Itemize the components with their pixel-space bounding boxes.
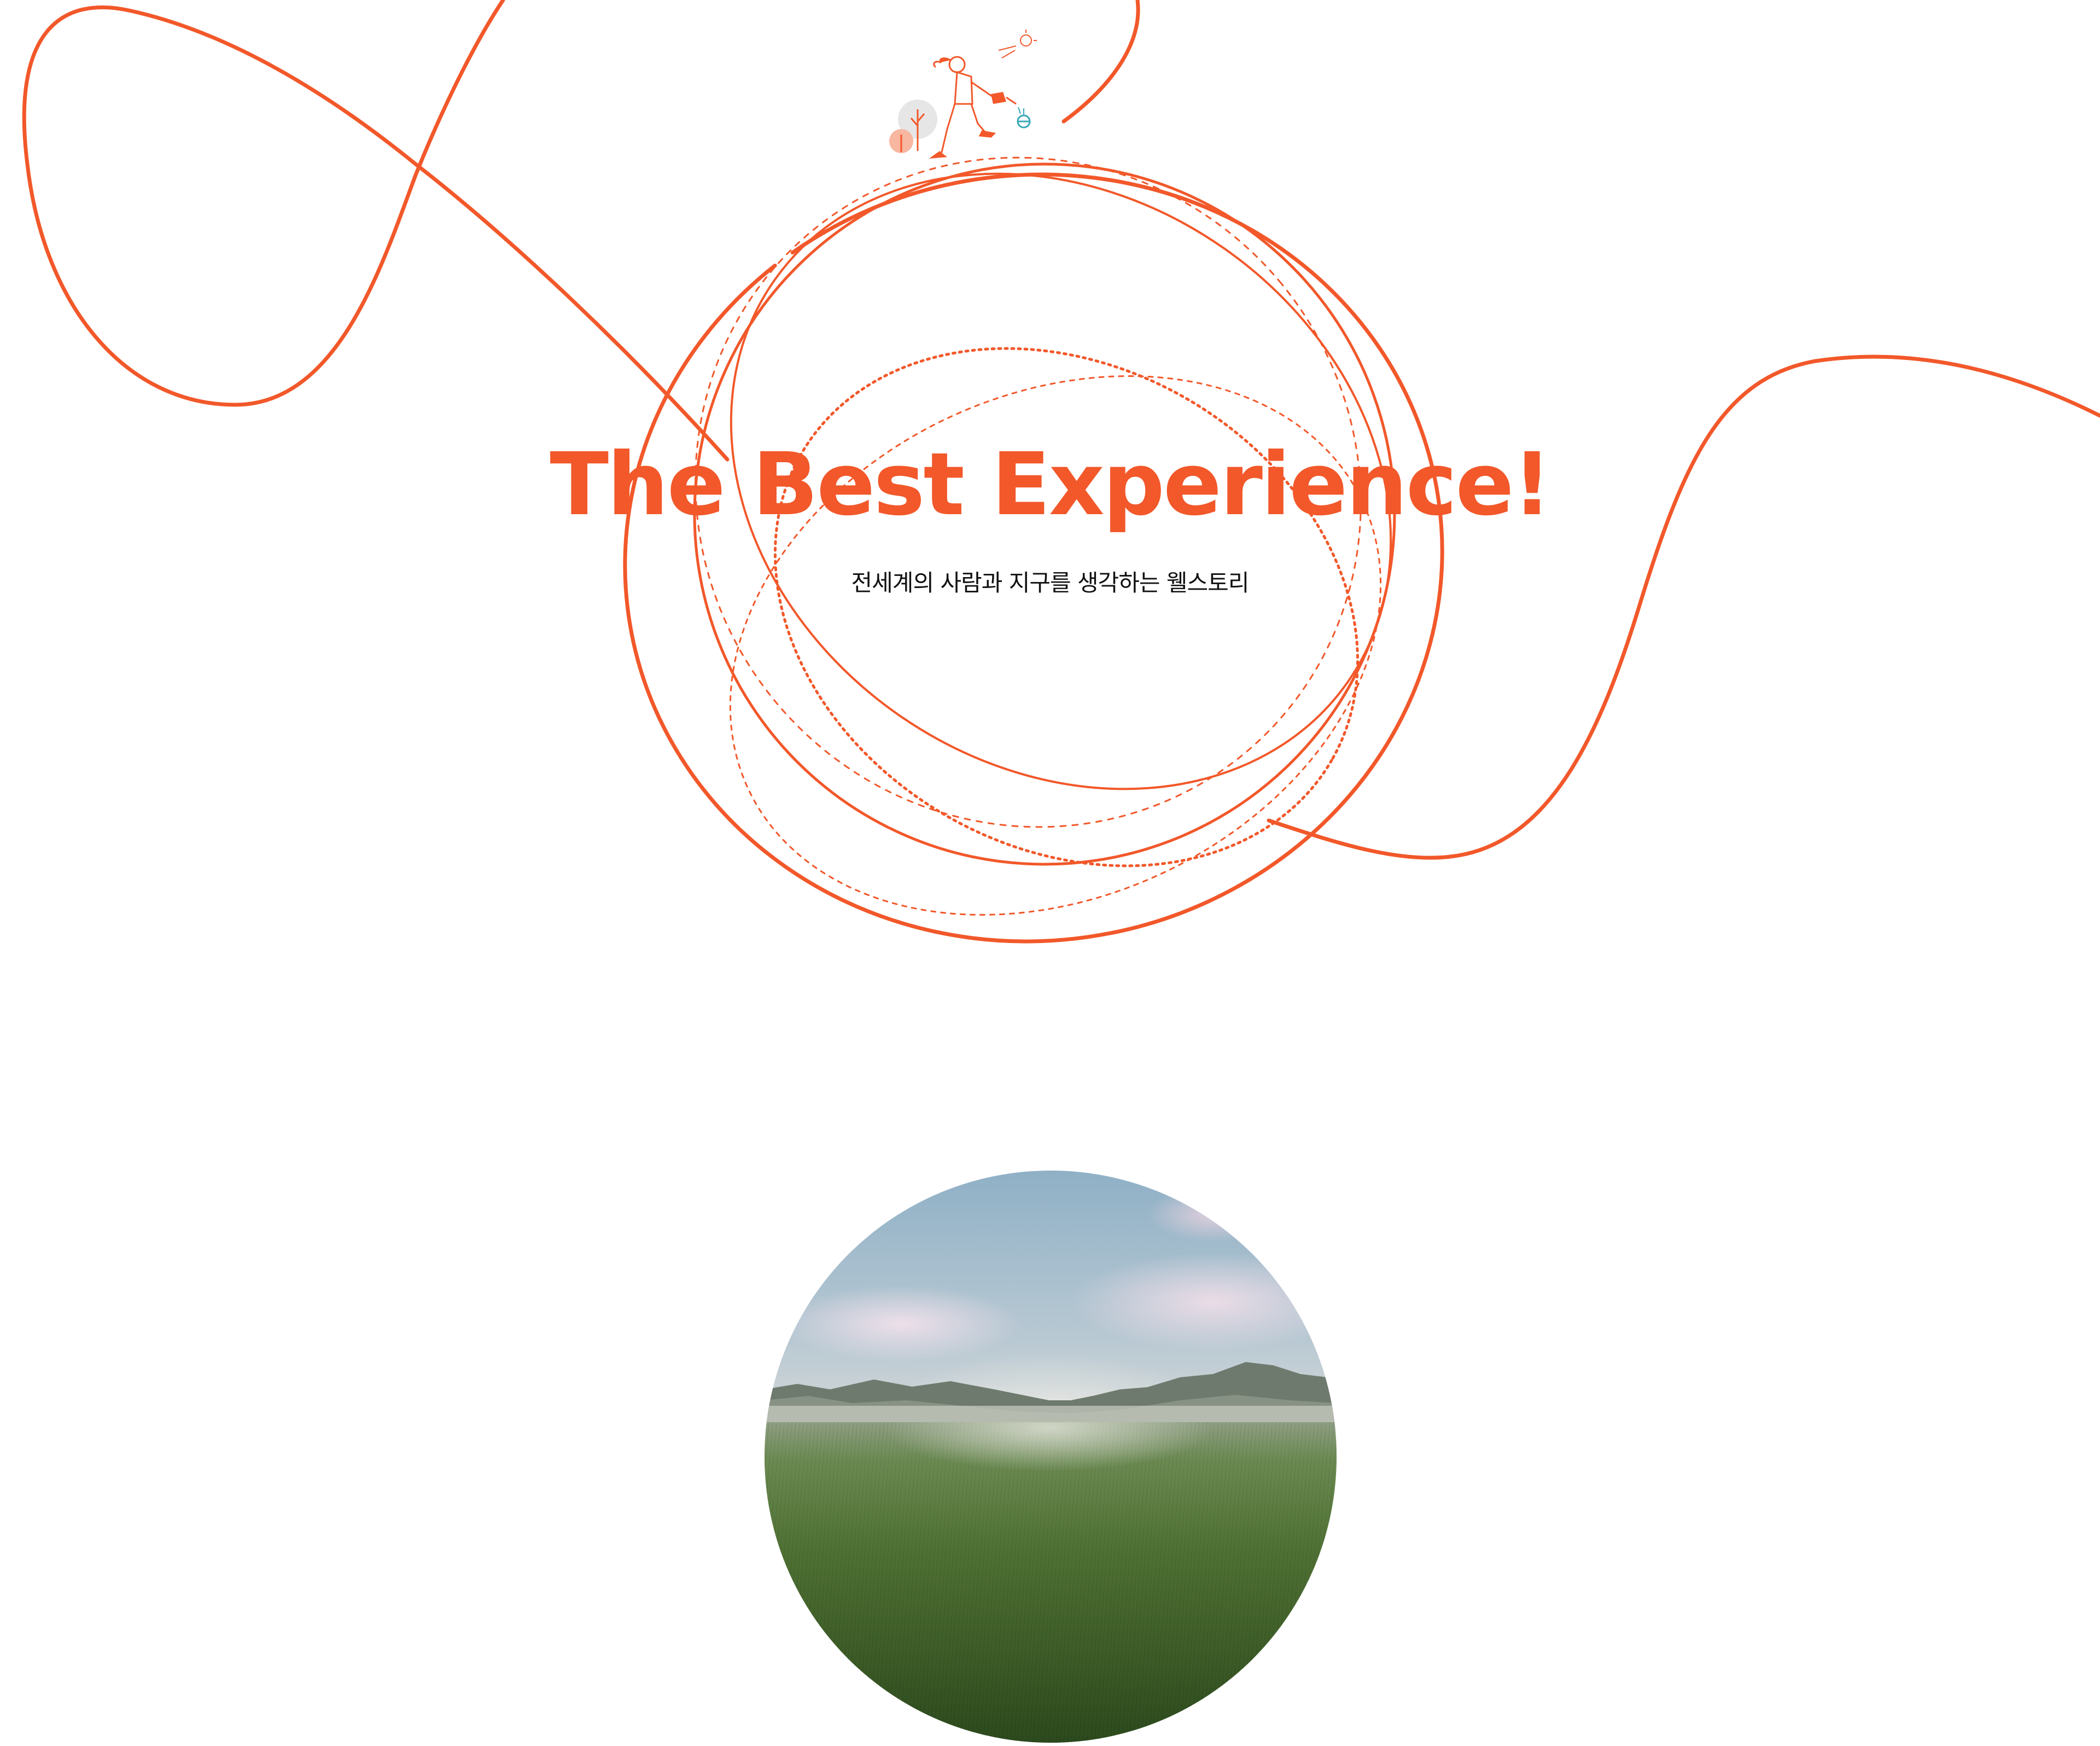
right-flow-line bbox=[1267, 354, 2100, 860]
landscape-circle-image bbox=[765, 1171, 1337, 1743]
flower-icon bbox=[889, 129, 913, 153]
hero-subtitle: 전세계의 사람과 지구를 생각하는 웰스토리 bbox=[851, 569, 1250, 596]
top-flow-line bbox=[1061, 0, 1140, 124]
globe-orbit-main bbox=[623, 172, 1444, 944]
grass-field bbox=[765, 1422, 1337, 1743]
woman-watering-plant-icon bbox=[889, 30, 1037, 159]
globe-orbit-dotted-3 bbox=[773, 347, 1360, 868]
hero-title: The Best Experience! bbox=[550, 434, 1551, 535]
page: { "hero": { "title": "The Best Experienc… bbox=[0, 0, 2100, 1746]
sun-icon bbox=[998, 30, 1037, 59]
left-flow-line bbox=[22, 0, 730, 462]
